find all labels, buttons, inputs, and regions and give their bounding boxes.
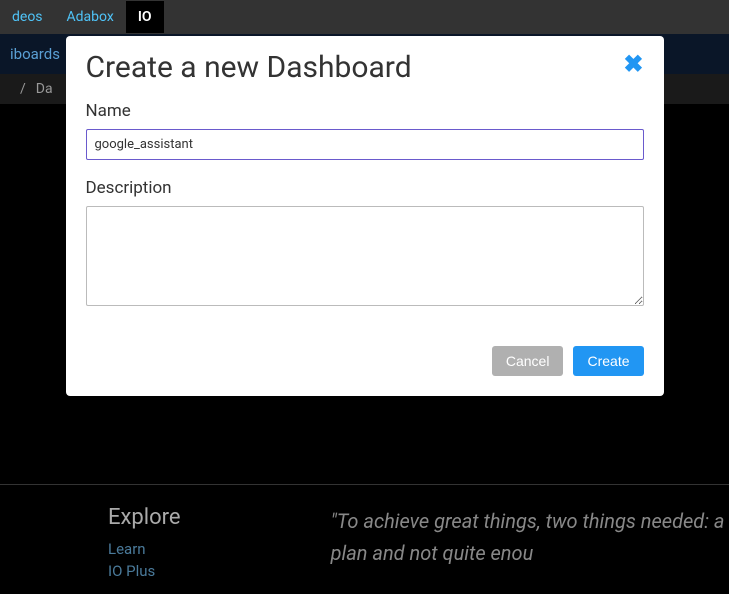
- close-icon[interactable]: ✖: [623, 52, 643, 76]
- name-form-group: Name: [86, 101, 644, 160]
- cancel-button[interactable]: Cancel: [492, 346, 564, 376]
- modal-title: Create a new Dashboard: [86, 50, 412, 85]
- name-label: Name: [86, 101, 644, 121]
- description-form-group: Description: [86, 178, 644, 310]
- modal-footer: Cancel Create: [66, 346, 664, 396]
- create-button[interactable]: Create: [573, 346, 643, 376]
- description-label: Description: [86, 178, 644, 198]
- modal-overlay: Create a new Dashboard ✖ Name Descriptio…: [0, 0, 729, 594]
- modal-body: Name Description: [66, 93, 664, 346]
- create-dashboard-modal: Create a new Dashboard ✖ Name Descriptio…: [66, 36, 664, 396]
- description-input[interactable]: [86, 206, 644, 306]
- name-input[interactable]: [86, 129, 644, 160]
- modal-header: Create a new Dashboard ✖: [66, 36, 664, 93]
